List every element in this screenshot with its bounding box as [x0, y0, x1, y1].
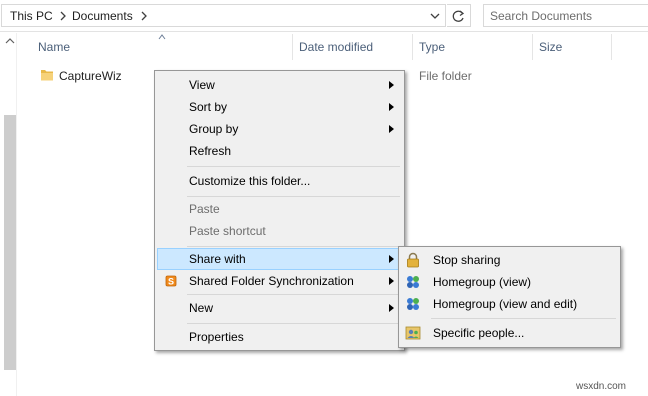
submenu-arrow-icon — [389, 125, 394, 133]
menu-separator — [187, 323, 400, 324]
column-divider[interactable] — [611, 34, 612, 60]
menu-separator — [187, 166, 400, 167]
homegroup-icon — [407, 298, 419, 310]
menu-separator — [431, 318, 616, 319]
submenu-item-homegroup-view-edit[interactable]: Homegroup (view and edit) — [401, 293, 618, 315]
submenu-arrow-icon — [389, 103, 394, 111]
column-header-name[interactable]: Name — [38, 40, 70, 54]
menu-item-share-with[interactable]: Share with — [157, 248, 402, 270]
menu-item-group-by[interactable]: Group by — [157, 118, 402, 140]
folder-icon[interactable] — [40, 68, 54, 82]
breadcrumb-documents[interactable]: Documents — [72, 9, 133, 23]
menu-item-shared-folder-sync[interactable]: S Shared Folder Synchronization — [157, 270, 402, 292]
refresh-icon — [452, 10, 465, 22]
sync-icon: S — [165, 275, 177, 287]
menu-separator — [187, 294, 400, 295]
menu-item-properties[interactable]: Properties — [157, 326, 402, 348]
column-header-type[interactable]: Type — [419, 40, 445, 54]
chevron-right-icon[interactable] — [139, 9, 149, 23]
menu-separator — [187, 196, 400, 197]
submenu-arrow-icon — [389, 255, 394, 263]
submenu-item-homegroup-view[interactable]: Homegroup (view) — [401, 271, 618, 293]
menu-item-paste-shortcut[interactable]: Paste shortcut — [157, 220, 402, 242]
breadcrumb[interactable]: This PC Documents — [1, 4, 446, 27]
submenu-arrow-icon — [389, 304, 394, 312]
menu-separator — [187, 246, 400, 247]
column-header-date-modified[interactable]: Date modified — [299, 40, 373, 54]
column-divider[interactable] — [532, 34, 533, 60]
homegroup-icon — [407, 276, 419, 288]
submenu-item-specific-people[interactable]: Specific people... — [401, 322, 618, 344]
chevron-down-icon[interactable] — [426, 9, 444, 23]
scrollbar-thumb[interactable] — [4, 115, 16, 370]
column-divider[interactable] — [292, 34, 293, 60]
scroll-up-icon[interactable] — [5, 37, 15, 45]
search-box[interactable] — [483, 4, 648, 27]
address-bar: This PC Documents — [0, 0, 648, 32]
menu-item-view[interactable]: View — [157, 74, 402, 96]
search-input[interactable] — [490, 8, 640, 23]
watermark: wsxdn.com — [576, 381, 627, 392]
submenu-arrow-icon — [389, 81, 394, 89]
navigation-pane — [0, 33, 17, 396]
sort-ascending-icon — [158, 34, 166, 40]
menu-item-sort-by[interactable]: Sort by — [157, 96, 402, 118]
menu-item-customize-folder[interactable]: Customize this folder... — [157, 170, 402, 192]
people-icon — [405, 326, 421, 340]
breadcrumb-this-pc[interactable]: This PC — [10, 9, 53, 23]
file-name[interactable]: CaptureWiz — [59, 69, 122, 83]
share-submenu: Stop sharing Homegroup (view) Homegroup … — [398, 246, 621, 348]
lock-icon — [407, 252, 419, 268]
context-menu: View Sort by Group by Refresh Customize … — [154, 70, 405, 351]
chevron-right-icon[interactable] — [58, 9, 68, 23]
menu-item-new[interactable]: New — [157, 297, 402, 319]
column-header-size[interactable]: Size — [539, 40, 562, 54]
refresh-button[interactable] — [447, 4, 471, 27]
menu-item-refresh[interactable]: Refresh — [157, 140, 402, 162]
submenu-arrow-icon — [389, 277, 394, 285]
menu-item-paste[interactable]: Paste — [157, 198, 402, 220]
column-divider[interactable] — [412, 34, 413, 60]
submenu-item-stop-sharing[interactable]: Stop sharing — [401, 249, 618, 271]
svg-text:S: S — [168, 277, 174, 287]
file-type: File folder — [419, 69, 472, 83]
